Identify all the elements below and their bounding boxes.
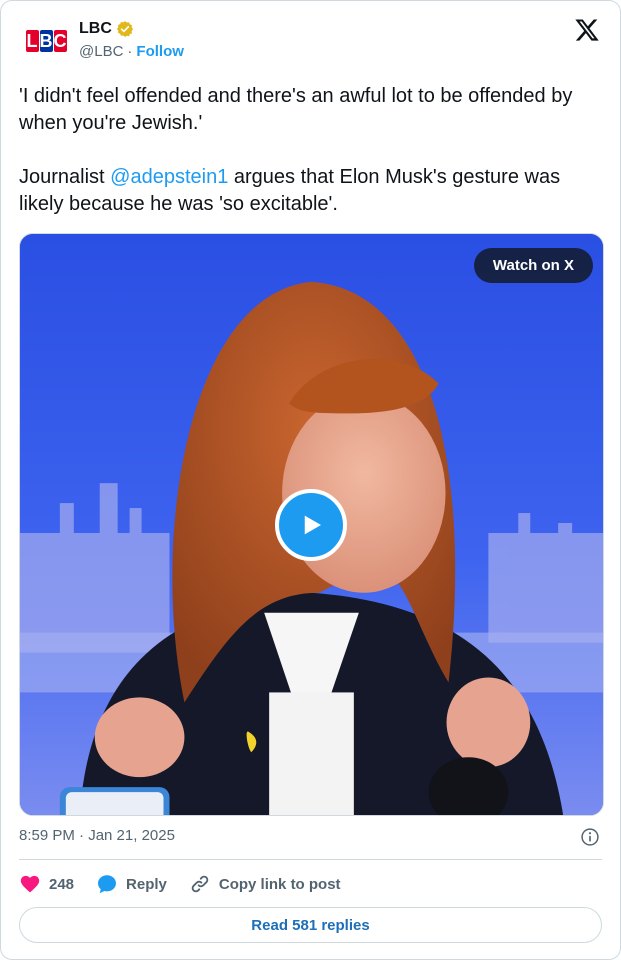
mention-link[interactable]: @adepstein1 xyxy=(110,166,228,188)
info-icon[interactable] xyxy=(580,827,600,847)
lbc-avatar-logo[interactable]: L B C xyxy=(23,27,69,55)
logo-letters: L B C xyxy=(25,30,67,52)
name-row: LBC xyxy=(79,20,134,38)
copy-link-action[interactable]: Copy link to post xyxy=(189,873,341,895)
like-count: 248 xyxy=(49,875,75,893)
reply-action[interactable]: Reply xyxy=(96,873,167,895)
logo-letter-b: B xyxy=(39,30,53,52)
handle-row: @LBC · Follow xyxy=(79,43,184,60)
link-icon xyxy=(191,875,209,893)
copy-link-label: Copy link to post xyxy=(218,875,341,893)
play-button[interactable] xyxy=(275,489,347,561)
speech-bubble-icon xyxy=(98,875,117,894)
separator-dot: · xyxy=(127,43,133,60)
post-meta: 8:59 PM · Jan 21, 2025 xyxy=(19,827,602,847)
post-header: L B C LBC @LBC · Follow xyxy=(19,17,602,65)
gold-verified-badge-icon xyxy=(116,21,133,37)
divider xyxy=(19,859,602,860)
post-body-prefix: Journalist xyxy=(19,166,111,188)
read-replies-button[interactable]: Read 581 replies xyxy=(19,907,602,943)
heart-icon xyxy=(20,875,40,893)
post-quote-line: 'I didn't feel offended and there's an a… xyxy=(19,85,573,134)
reply-label: Reply xyxy=(126,875,167,893)
x-logo-icon[interactable] xyxy=(574,17,600,43)
post-body-line: Journalist @adepstein1 argues that Elon … xyxy=(19,164,604,218)
video-thumbnail[interactable]: Watch on X xyxy=(19,233,604,816)
like-action[interactable]: 248 xyxy=(19,873,74,895)
post-timestamp[interactable]: 8:59 PM · Jan 21, 2025 xyxy=(19,827,175,844)
post-actions: 248 Reply Copy link to post xyxy=(19,871,602,897)
post-text: 'I didn't feel offended and there's an a… xyxy=(19,83,604,218)
account-handle[interactable]: @LBC xyxy=(79,43,123,60)
follow-button[interactable]: Follow xyxy=(136,43,184,60)
play-icon xyxy=(304,515,321,535)
watch-on-x-button[interactable]: Watch on X xyxy=(473,248,593,283)
logo-letter-l: L xyxy=(25,30,39,52)
embedded-post-card: L B C LBC @LBC · Follow 'I didn't feel o… xyxy=(0,0,621,960)
logo-letter-c: C xyxy=(53,30,67,52)
display-name[interactable]: LBC xyxy=(79,20,112,38)
